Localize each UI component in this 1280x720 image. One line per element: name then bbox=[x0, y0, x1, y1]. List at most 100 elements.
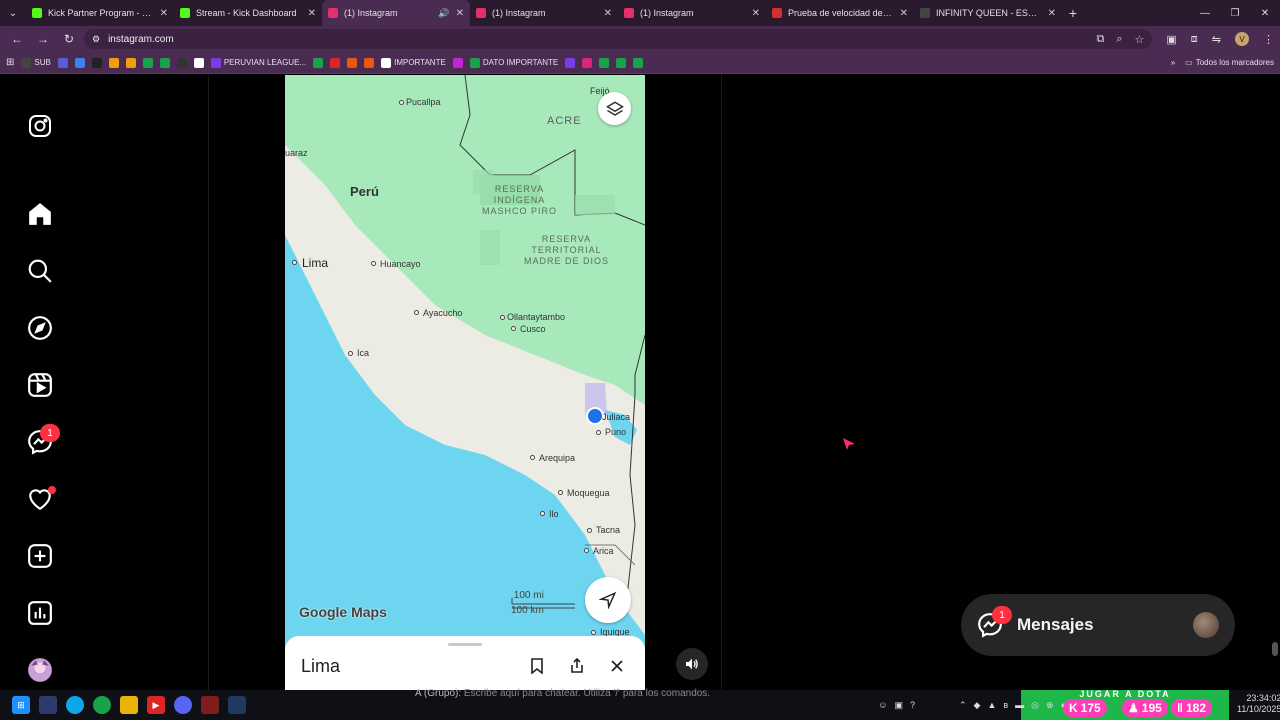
save-place-button[interactable] bbox=[527, 656, 547, 676]
discord-icon[interactable] bbox=[174, 696, 192, 714]
dashboard-icon[interactable] bbox=[26, 599, 53, 626]
browser-tab[interactable]: Prueba de velocidad de Interne ✕ bbox=[766, 0, 914, 26]
install-icon[interactable]: ⧉ bbox=[1096, 33, 1104, 46]
file-explorer-icon[interactable] bbox=[120, 696, 138, 714]
explore-icon[interactable] bbox=[26, 314, 53, 341]
bookmark-item[interactable] bbox=[330, 57, 341, 68]
map-layers-button[interactable] bbox=[598, 92, 631, 125]
bookmark-item[interactable] bbox=[108, 57, 119, 68]
help-icon[interactable]: ? bbox=[910, 700, 915, 710]
screenshot-icon[interactable]: ▣ bbox=[894, 700, 903, 711]
browser-tab[interactable]: Stream - Kick Dashboard ✕ bbox=[174, 0, 322, 26]
bookmark-item[interactable] bbox=[176, 57, 187, 68]
apps-icon[interactable]: ⊞ bbox=[6, 57, 14, 68]
bookmark-item[interactable]: SUB bbox=[21, 57, 51, 68]
menu-icon[interactable]: ⋮ bbox=[1263, 33, 1274, 46]
tab-close-icon[interactable]: ✕ bbox=[308, 8, 316, 19]
bookmark-item[interactable] bbox=[582, 57, 593, 68]
dota-icon[interactable] bbox=[201, 696, 219, 714]
create-icon[interactable] bbox=[26, 542, 53, 569]
tab-search-button[interactable]: ⌄ bbox=[0, 0, 26, 26]
all-bookmarks-folder[interactable]: ▭ Todos los marcadores bbox=[1185, 58, 1274, 67]
bookmark-item[interactable] bbox=[57, 57, 68, 68]
bookmark-item[interactable] bbox=[364, 57, 375, 68]
bookmark-item[interactable] bbox=[159, 57, 170, 68]
instagram-logo-icon[interactable] bbox=[26, 112, 53, 139]
maximize-button[interactable]: ❐ bbox=[1220, 0, 1250, 26]
tab-close-icon[interactable]: ✕ bbox=[456, 8, 464, 19]
extensions-icon[interactable]: ⧈ bbox=[1191, 33, 1198, 46]
tab-close-icon[interactable]: ✕ bbox=[604, 8, 612, 19]
bookmark-item[interactable]: IMPORTANTE bbox=[381, 57, 446, 68]
bookmark-item[interactable] bbox=[91, 57, 102, 68]
story-viewer[interactable]: Pucallpa ACRE Feijó uaraz Perú RESERVA I… bbox=[285, 75, 645, 690]
bookmark-item[interactable] bbox=[616, 57, 627, 68]
xbox-icon[interactable]: ⊗ bbox=[1046, 700, 1054, 711]
bluetooth-icon[interactable]: ʙ bbox=[1003, 700, 1008, 710]
url-field[interactable]: ⚙ instagram.com ⧉ ⌕ ☆ bbox=[84, 29, 1153, 49]
forward-button[interactable]: → bbox=[32, 32, 54, 46]
reload-button[interactable]: ↻ bbox=[58, 32, 80, 46]
bookmark-item[interactable] bbox=[125, 57, 136, 68]
bookmark-item[interactable] bbox=[633, 57, 644, 68]
browser-tab[interactable]: Kick Partner Program - Kick Da ✕ bbox=[26, 0, 174, 26]
tab-close-icon[interactable]: ✕ bbox=[900, 8, 908, 19]
minimize-button[interactable]: — bbox=[1190, 0, 1220, 26]
game-chat-bar[interactable]: A (Grupo): Escribe aquí para chatear. Ut… bbox=[415, 688, 710, 699]
new-tab-button[interactable]: + bbox=[1062, 5, 1084, 21]
back-button[interactable]: ← bbox=[6, 32, 28, 46]
tab-audio-icon[interactable]: 🔊 bbox=[438, 8, 449, 19]
site-info-icon[interactable]: ⚙ bbox=[92, 34, 100, 45]
search-icon[interactable] bbox=[26, 257, 53, 284]
page-scrollbar[interactable] bbox=[1272, 642, 1278, 656]
tab-close-icon[interactable]: ✕ bbox=[752, 8, 760, 19]
reels-icon[interactable] bbox=[26, 371, 53, 398]
profile-avatar-icon[interactable] bbox=[26, 656, 53, 683]
app-icon[interactable] bbox=[39, 696, 57, 714]
place-bottom-sheet[interactable]: Lima bbox=[285, 636, 645, 690]
bookmark-item[interactable]: DATO IMPORTANTE bbox=[469, 57, 558, 68]
share-place-button[interactable] bbox=[567, 656, 587, 676]
messages-panel-button[interactable]: Mensajes bbox=[961, 594, 1235, 656]
navigate-button[interactable] bbox=[585, 577, 631, 623]
system-clock[interactable]: 23:34:02 11/10/2025 bbox=[1237, 693, 1280, 715]
bookmark-item[interactable] bbox=[599, 57, 610, 68]
bookmark-item[interactable] bbox=[142, 57, 153, 68]
media-icon[interactable]: ▣ bbox=[1166, 33, 1176, 46]
tab-close-icon[interactable]: ✕ bbox=[1048, 8, 1056, 19]
chrome-icon[interactable] bbox=[93, 696, 111, 714]
youtube-icon[interactable]: ▶ bbox=[147, 696, 165, 714]
edge-icon[interactable] bbox=[66, 696, 84, 714]
tray-app-icon[interactable]: ◐ bbox=[1061, 700, 1066, 710]
tray-app-icon[interactable]: ◎ bbox=[1031, 700, 1039, 711]
browser-tab[interactable]: (1) Instagram ✕ bbox=[470, 0, 618, 26]
bookmark-item[interactable] bbox=[74, 57, 85, 68]
close-place-button[interactable] bbox=[607, 656, 627, 676]
bookmark-item[interactable] bbox=[193, 57, 204, 68]
tab-close-icon[interactable]: ✕ bbox=[160, 8, 168, 19]
browser-tab[interactable]: (1) Instagram ✕ bbox=[618, 0, 766, 26]
tray-app-icon[interactable]: ▲ bbox=[987, 700, 996, 710]
cast-icon[interactable]: ⇋ bbox=[1212, 33, 1221, 46]
browser-tab[interactable]: (1) Instagram 🔊 ✕ bbox=[322, 0, 470, 26]
steam-icon[interactable] bbox=[228, 696, 246, 714]
home-icon[interactable] bbox=[26, 200, 53, 227]
bookmark-item[interactable]: PERUVIAN LEAGUE... bbox=[210, 57, 306, 68]
tray-app-icon[interactable]: ◆ bbox=[974, 700, 981, 711]
sheet-handle[interactable] bbox=[448, 643, 482, 646]
close-window-button[interactable]: ✕ bbox=[1250, 0, 1280, 26]
show-hidden-icons[interactable]: ⌃ bbox=[959, 700, 967, 711]
profile-avatar[interactable]: V bbox=[1235, 32, 1249, 46]
bookmark-star-icon[interactable]: ☆ bbox=[1135, 33, 1145, 46]
windows-start-icon[interactable]: ⊞ bbox=[12, 696, 30, 714]
bookmark-item[interactable] bbox=[452, 57, 463, 68]
emoji-icon[interactable]: ☺ bbox=[878, 700, 887, 710]
bookmark-item[interactable] bbox=[347, 57, 358, 68]
browser-tab[interactable]: INFINITY QUEEN - ESPORTS FE ✕ bbox=[914, 0, 1062, 26]
bookmark-item[interactable] bbox=[313, 57, 324, 68]
bookmark-item[interactable] bbox=[565, 57, 576, 68]
zoom-icon[interactable]: ⌕ bbox=[1116, 33, 1122, 46]
tray-app-icon[interactable]: ▬ bbox=[1015, 700, 1024, 710]
more-bookmarks-icon[interactable]: » bbox=[1171, 58, 1175, 67]
story-sound-button[interactable] bbox=[676, 648, 708, 680]
